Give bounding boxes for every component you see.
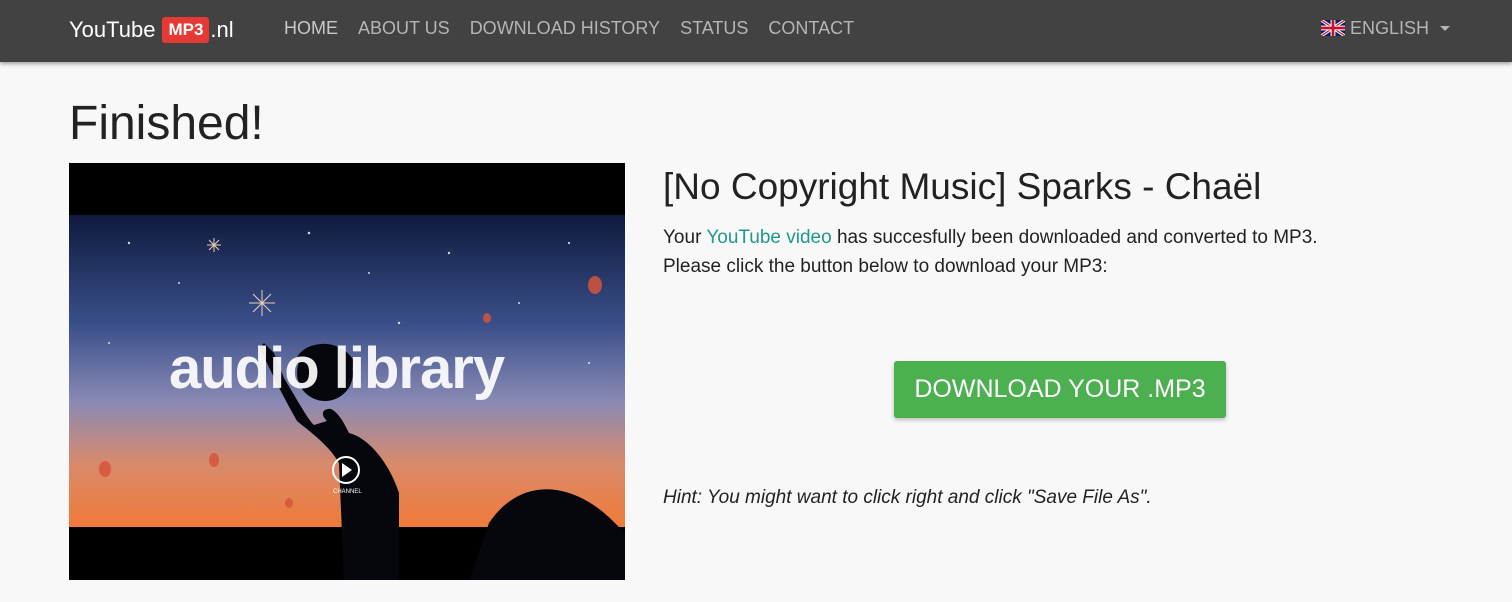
description-line-2: Please click the button below to downloa…: [663, 256, 1108, 277]
brand-prefix: YouTube: [69, 17, 156, 42]
hint-text: Hint: You might want to click right and …: [663, 487, 1152, 508]
language-dropdown[interactable]: ENGLISH: [1321, 17, 1451, 39]
language-label: ENGLISH: [1350, 18, 1430, 38]
nav-download-history[interactable]: DOWNLOAD HISTORY: [470, 17, 660, 39]
description-suffix: has succesfully been downloaded and conv…: [831, 227, 1318, 248]
description-line-1: Your YouTube video has succesfully been …: [663, 223, 1463, 252]
video-title: [No Copyright Music] Sparks - Chaël: [663, 166, 1262, 207]
video-info: [No Copyright Music] Sparks - Chaël Your…: [663, 165, 1463, 281]
description-prefix: Your: [663, 227, 707, 248]
video-thumbnail: audio library CHANNEL: [69, 163, 625, 580]
thumbnail-channel-text: CHANNEL: [333, 489, 362, 495]
brand-suffix: .nl: [210, 17, 234, 42]
download-mp3-button[interactable]: DOWNLOAD YOUR .MP3: [894, 361, 1226, 418]
nav-about-us[interactable]: ABOUT US: [358, 17, 450, 39]
uk-flag-icon: [1321, 20, 1345, 36]
nav-status[interactable]: STATUS: [680, 17, 748, 39]
video-description: Your YouTube video has succesfully been …: [663, 223, 1463, 281]
main-nav: HOME ABOUT US DOWNLOAD HISTORY STATUS CO…: [284, 17, 874, 39]
page-title: Finished!: [69, 97, 264, 150]
navbar: YouTube MP3 .nl HOME ABOUT US DOWNLOAD H…: [0, 0, 1512, 62]
nav-home[interactable]: HOME: [284, 17, 338, 39]
youtube-video-link[interactable]: YouTube video: [706, 227, 831, 248]
brand-badge: MP3: [162, 17, 210, 43]
brand-logo[interactable]: YouTube MP3 .nl: [69, 13, 234, 47]
thumbnail-overlay-text: audio library: [169, 336, 505, 401]
caret-down-icon: [1440, 25, 1451, 31]
nav-contact[interactable]: CONTACT: [768, 17, 854, 39]
